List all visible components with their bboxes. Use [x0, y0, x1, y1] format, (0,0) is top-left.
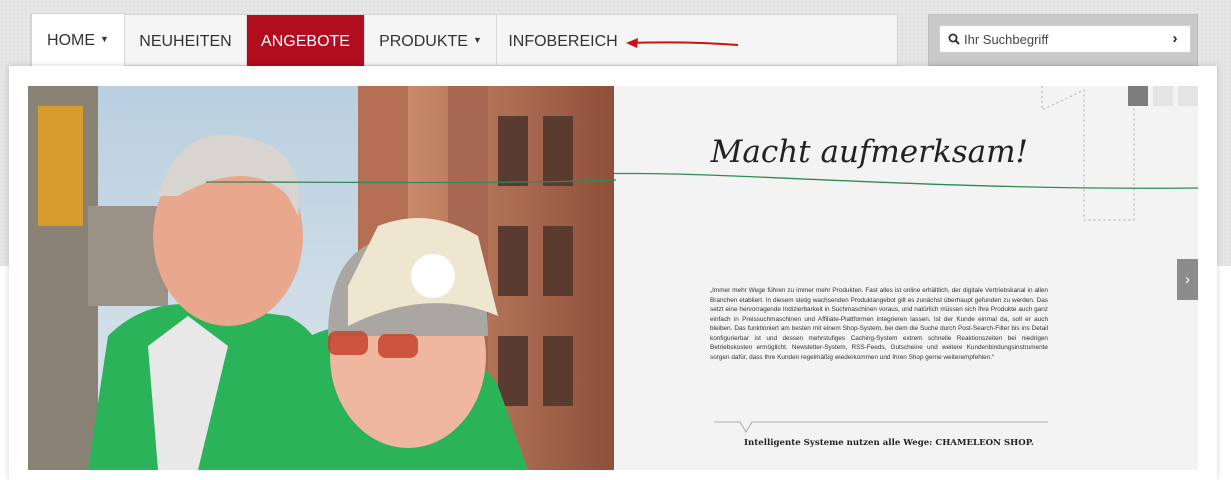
slider-thumb-1[interactable] [1128, 86, 1148, 106]
slider-next-button[interactable]: › [1177, 259, 1198, 300]
main-navigation: HOME ▼ NEUHEITEN ANGEBOTE PRODUKTE ▼ INFOB… [30, 13, 898, 67]
nav-item-label: PRODUKTE [379, 33, 468, 50]
accent-line [206, 179, 616, 184]
nav-item-label: HOME [47, 32, 96, 49]
nav-item-neuheiten[interactable]: NEUHEITEN [125, 15, 247, 66]
search-icon [948, 33, 960, 45]
slide-quote: „Immer mehr Wege führen zu immer mehr Pr… [710, 287, 1048, 361]
caret-down-icon: ▼ [100, 34, 109, 44]
caret-down-icon: ▼ [472, 35, 482, 45]
search-input[interactable] [962, 30, 1166, 48]
slide-photo [28, 86, 614, 470]
nav-item-label: NEUHEITEN [139, 33, 232, 50]
nav-item-home[interactable]: HOME ▼ [31, 13, 125, 67]
annotation-arrow-icon [626, 38, 739, 48]
slide-text-panel: Macht aufmerksam! „Immer mehr Wege führe… [614, 86, 1198, 470]
nav-item-angebote[interactable]: ANGEBOTE [247, 15, 365, 66]
chevron-right-icon: › [1185, 271, 1190, 288]
search-box: › [928, 14, 1198, 66]
nav-item-label: INFOBEREICH [508, 33, 618, 50]
slide-tagline: Intelligente Systeme nutzen alle Wege: C… [744, 438, 1034, 448]
slide-headline: Macht aufmerksam! [710, 134, 1028, 170]
slider-thumb-2[interactable] [1153, 86, 1173, 106]
nav-item-label: ANGEBOTE [261, 33, 350, 50]
search-field-wrapper: › [939, 25, 1191, 53]
search-submit-button[interactable]: › [1166, 30, 1184, 48]
slider-thumb-3[interactable] [1178, 86, 1198, 106]
chevron-right-icon: › [1172, 30, 1178, 47]
nav-item-produkte[interactable]: PRODUKTE ▼ [365, 15, 497, 66]
nav-item-infobereich[interactable]: INFOBEREICH [497, 15, 629, 66]
